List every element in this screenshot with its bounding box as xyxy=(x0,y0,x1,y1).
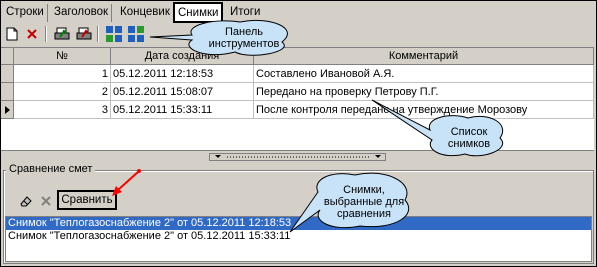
annotation-overlay xyxy=(112,19,503,233)
callout-text-list: Список снимков xyxy=(447,126,491,150)
callout-text-toolbar: Панель инструментов xyxy=(208,26,280,50)
callout-text-selected: Снимки, выбранные для сравнения xyxy=(323,184,405,220)
red-arrow-tail xyxy=(137,169,141,173)
red-arrow xyxy=(117,171,139,191)
